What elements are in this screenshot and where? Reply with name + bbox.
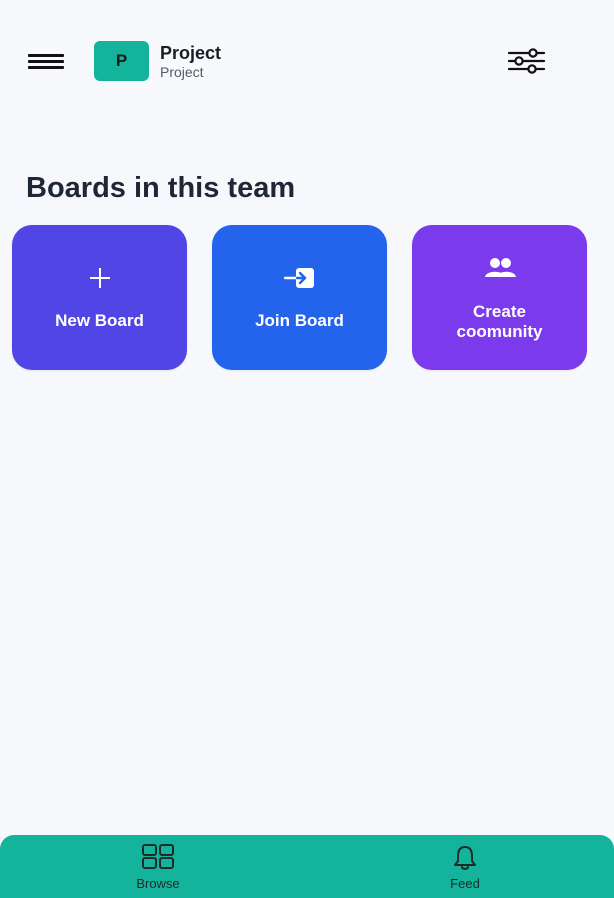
create-community-label: Create coomunity xyxy=(412,302,587,342)
section-title: Boards in this team xyxy=(26,172,296,204)
grid-icon xyxy=(142,844,174,869)
menu-button[interactable] xyxy=(22,46,70,76)
filter-button[interactable] xyxy=(502,44,550,78)
create-community-button[interactable]: Create coomunity xyxy=(412,225,587,370)
bell-icon xyxy=(454,846,476,870)
hamburger-menu-icon xyxy=(28,54,64,57)
users-icon xyxy=(484,258,516,277)
enter-icon xyxy=(283,268,314,288)
sliders-icon xyxy=(507,48,546,74)
team-name: Project xyxy=(160,43,222,63)
join-board-label: Join Board xyxy=(255,311,344,330)
users-icon-wrap xyxy=(412,256,587,280)
nav-feed[interactable]: Feed xyxy=(405,835,525,898)
nav-feed-label: Feed xyxy=(450,876,480,891)
plus-icon-wrap xyxy=(12,265,187,291)
grid-icon-wrap xyxy=(98,843,218,871)
nav-browse-label: Browse xyxy=(136,876,180,891)
team-avatar[interactable]: P xyxy=(94,41,149,81)
team-subtitle: Project xyxy=(160,64,204,80)
new-board-label: New Board xyxy=(55,311,144,330)
plus-icon xyxy=(89,268,110,288)
enter-icon-wrap xyxy=(212,265,387,291)
new-board-button[interactable]: New Board xyxy=(12,225,187,370)
nav-browse[interactable]: Browse xyxy=(98,835,218,898)
bottom-navigation: Browse Feed xyxy=(0,835,614,898)
create-community-label-line1: Create xyxy=(473,302,526,321)
hamburger-line xyxy=(28,66,64,69)
join-board-button[interactable]: Join Board xyxy=(212,225,387,370)
hamburger-line xyxy=(28,60,64,63)
create-community-label-line2: coomunity xyxy=(456,322,543,341)
app-header: P Project Project xyxy=(0,0,614,110)
bell-icon-wrap xyxy=(405,843,525,873)
